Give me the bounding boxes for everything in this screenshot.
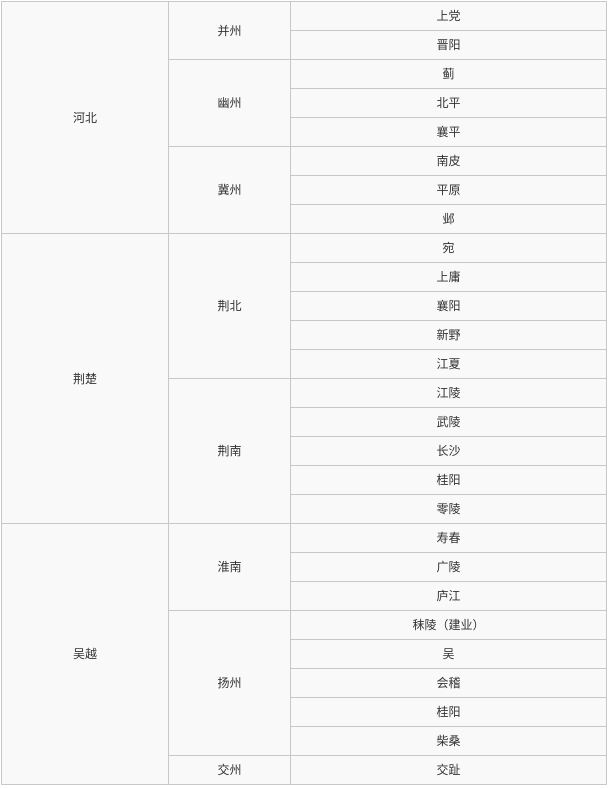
region-cell: 河北: [1, 1, 169, 234]
city-cell: 桂阳: [290, 465, 607, 495]
region-table: 河北 并州 上党 晋阳 幽州蓟北平 襄平 冀州 南皮 平原邺荆楚 荆北宛上庸 襄阳 新野 江夏 荆南 江陵武…: [1, 1, 607, 785]
table-row: 荆楚 荆北宛: [1, 233, 607, 524]
province-cell: 扬州: [168, 610, 291, 756]
city-cell: 交趾: [290, 755, 607, 785]
table-container: 河北 并州 上党 晋阳 幽州蓟北平 襄平 冀州 南皮 平原邺荆楚 荆北宛上庸 襄阳 新野 江夏 荆南 江陵武…: [1, 1, 607, 785]
city-cell: 寿春: [290, 523, 607, 553]
city-cell: 江夏: [290, 349, 607, 379]
city-cell: 南皮: [290, 146, 607, 176]
city-cell: 桂阳: [290, 697, 607, 727]
table-row: 吴越 淮南 寿春: [1, 523, 607, 785]
city-cell: 会稽: [290, 668, 607, 698]
city-cell: 宛: [290, 233, 607, 263]
city-cell: 广陵: [290, 552, 607, 582]
city-cell: 平原: [290, 175, 607, 205]
city-cell: 晋阳: [290, 30, 607, 60]
province-cell: 淮南: [168, 523, 291, 611]
city-cell: 上党: [290, 1, 607, 31]
table-row: 河北 并州 上党: [1, 1, 607, 234]
province-cell: 交州: [168, 755, 291, 785]
province-cell: 幽州: [168, 59, 291, 147]
city-cell: 邺: [290, 204, 607, 234]
city-cell: 庐江: [290, 581, 607, 611]
city-cell: 柴桑: [290, 726, 607, 756]
city-cell: 零陵: [290, 494, 607, 524]
region-cell: 吴越: [1, 523, 169, 785]
province-cell: 荆北: [168, 233, 291, 379]
province-cell: 荆南: [168, 378, 291, 524]
city-cell: 长沙: [290, 436, 607, 466]
region-table-body: 河北 并州 上党 晋阳 幽州蓟北平 襄平 冀州 南皮 平原邺荆楚 荆北宛上庸 襄阳 新野 江夏 荆南 江陵武…: [1, 1, 607, 785]
region-cell: 荆楚: [1, 233, 169, 524]
city-cell: 蓟: [290, 59, 607, 89]
city-cell: 襄阳: [290, 291, 607, 321]
city-cell: 襄平: [290, 117, 607, 147]
province-cell: 冀州: [168, 146, 291, 234]
city-cell: 江陵: [290, 378, 607, 408]
province-cell: 并州: [168, 1, 291, 60]
city-cell: 上庸: [290, 262, 607, 292]
city-cell: 秣陵（建业）: [290, 610, 607, 640]
city-cell: 武陵: [290, 407, 607, 437]
city-cell: 北平: [290, 88, 607, 118]
city-cell: 吴: [290, 639, 607, 669]
city-cell: 新野: [290, 320, 607, 350]
